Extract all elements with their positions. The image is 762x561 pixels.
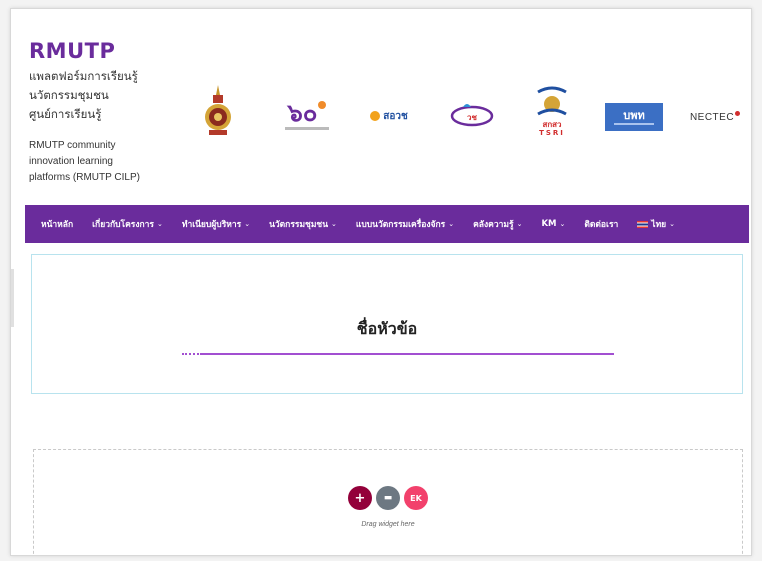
- thai-flag-icon: [637, 220, 649, 228]
- nav-label: KM: [541, 219, 557, 229]
- nav-contact[interactable]: ติดต่อเรา: [584, 217, 618, 231]
- site-tagline-english: RMUTP community innovation learning plat…: [29, 140, 140, 183]
- scroll-edge: [11, 269, 14, 327]
- add-icon: +: [354, 490, 366, 506]
- site-title[interactable]: RMUTP: [29, 39, 189, 63]
- nav-community-innovation[interactable]: นวัตกรรมชุมชน ⌄: [269, 217, 337, 231]
- chevron-down-icon: ⌄: [244, 220, 251, 228]
- nav-label: หน้าหลัก: [41, 220, 74, 230]
- sksw-logo-icon: สกสว TSRI: [531, 79, 573, 143]
- anniversary-logo-icon: ๖๐: [279, 97, 335, 133]
- language-switcher[interactable]: ไทย ⌄: [637, 217, 675, 231]
- chevron-down-icon: ⌄: [331, 220, 337, 228]
- main-navigation: หน้าหลัก เกี่ยวกับโครงการ ⌄ ทำเนียบผู้บริ…: [25, 205, 749, 243]
- nav-knowledge-base[interactable]: คลังความรู้ ⌄: [473, 217, 522, 231]
- nav-label: ติดต่อเรา: [584, 220, 619, 230]
- chevron-down-icon: ⌄: [559, 220, 566, 228]
- partner-logos: ๖๐ สอวช วช สกสว TSRI บพท NECTEC: [191, 79, 751, 159]
- agency-logo-icon: วช: [449, 101, 495, 131]
- add-template-button[interactable]: ▬: [376, 486, 400, 510]
- elementor-kit-button[interactable]: EK: [404, 486, 428, 510]
- chevron-down-icon: ⌄: [669, 220, 676, 228]
- site-branding[interactable]: RMUTP แพลตฟอร์มการเรียนรู้ นวัตกรรมชุมชน…: [29, 39, 189, 186]
- nav-label: นวัตกรรมชุมชน: [269, 220, 329, 230]
- site-tagline-thai: แพลตฟอร์มการเรียนรู้ นวัตกรรมชุมชน ศูนย์…: [29, 69, 138, 121]
- add-section-button[interactable]: +: [348, 486, 372, 510]
- nav-executives[interactable]: ทำเนียบผู้บริหาร ⌄: [182, 217, 250, 231]
- nav-home[interactable]: หน้าหลัก: [41, 217, 73, 231]
- chevron-down-icon: ⌄: [516, 220, 523, 228]
- nav-label: แบบนวัตกรรมเครื่องจักร: [355, 220, 446, 230]
- chevron-down-icon: ⌄: [448, 220, 455, 228]
- nav-about[interactable]: เกี่ยวกับโครงการ ⌄: [92, 217, 163, 231]
- nav-label: คลังความรู้: [473, 220, 514, 230]
- folder-icon: ▬: [383, 493, 393, 503]
- chevron-down-icon: ⌄: [156, 220, 163, 228]
- nectec-logo-icon: NECTEC: [683, 107, 747, 127]
- pmu-logo-icon: บพท: [605, 103, 663, 131]
- dropzone-hint: Drag widget here: [361, 521, 415, 528]
- widget-dropzone[interactable]: + ▬ EK Drag widget here: [33, 449, 743, 555]
- dropzone-buttons: + ▬ EK: [34, 486, 742, 510]
- section-heading[interactable]: ชื่อหัวข้อ: [32, 317, 742, 342]
- heading-section[interactable]: ชื่อหัวข้อ: [31, 254, 743, 394]
- nav-machine-innovation[interactable]: แบบนวัตกรรมเครื่องจักร ⌄: [356, 217, 454, 231]
- university-crest-icon: [203, 83, 233, 139]
- divider-dots: [182, 353, 202, 355]
- nav-label: เกี่ยวกับโครงการ: [92, 220, 154, 230]
- nav-km[interactable]: KM ⌄: [541, 219, 565, 229]
- tsri-logo-icon: สอวช: [363, 105, 415, 127]
- elementor-icon: EK: [410, 493, 422, 503]
- divider-line: [202, 353, 614, 355]
- language-label: ไทย: [651, 220, 667, 230]
- nav-label: ทำเนียบผู้บริหาร: [181, 220, 242, 230]
- browser-page: RMUTP แพลตฟอร์มการเรียนรู้ นวัตกรรมชุมชน…: [10, 8, 752, 556]
